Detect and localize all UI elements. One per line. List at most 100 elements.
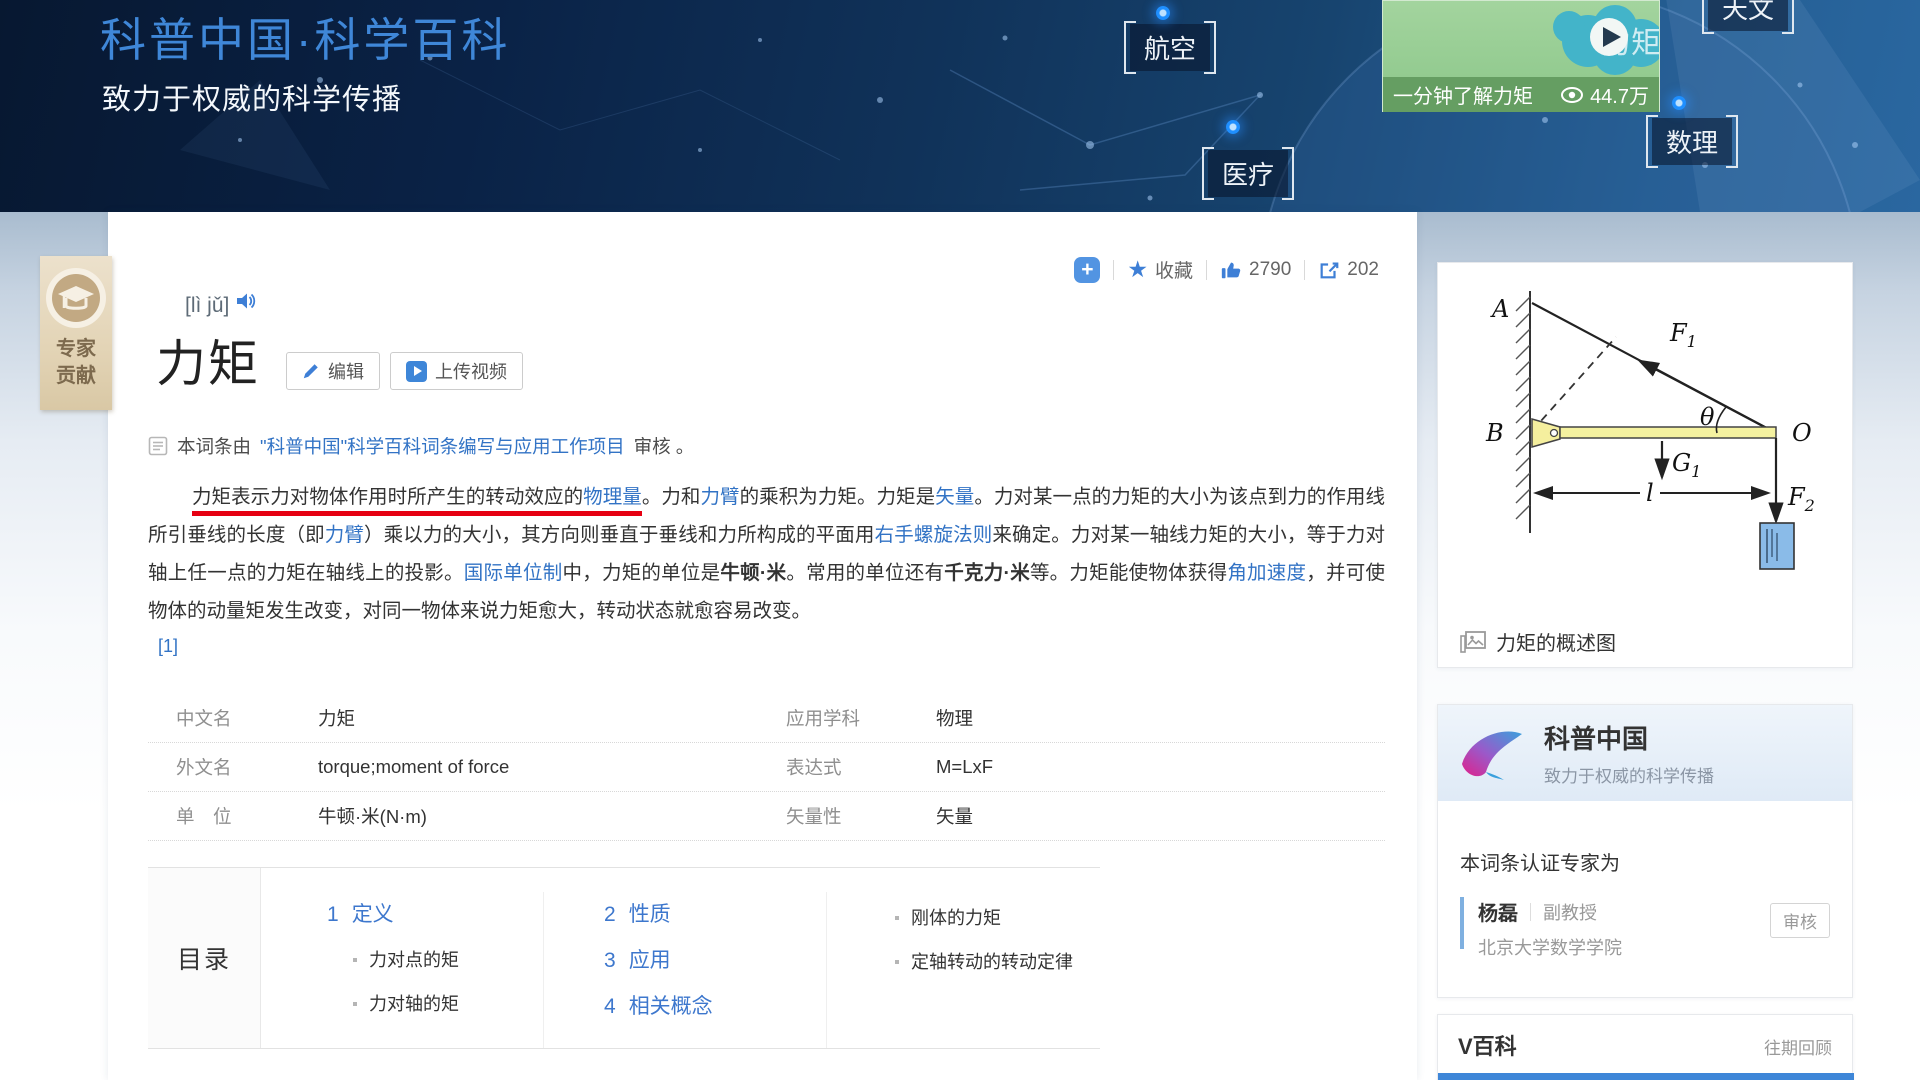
banner-tag-hangkong[interactable]: 航空 xyxy=(1130,24,1210,71)
summary-link[interactable]: 角加速度 xyxy=(1227,562,1306,584)
video-view-count: 44.7万 xyxy=(1590,80,1649,109)
video-cloud-illustration: 力矩 xyxy=(1383,1,1659,77)
expert-row: 杨磊 副教授 北京大学数学学院 xyxy=(1460,897,1622,960)
graduation-cap-seal-icon xyxy=(44,266,108,330)
toc-item[interactable]: 3应用 xyxy=(604,938,826,984)
overview-figure-card: A B O θ l F1 F2 G1 力矩的概述图 xyxy=(1437,262,1853,668)
info-value: 物理 xyxy=(936,705,1385,731)
info-row: 外文名torque;moment of force表达式M=LxF xyxy=(148,743,1385,792)
thumbs-up-icon xyxy=(1220,259,1242,281)
summary-link[interactable]: 国际单位制 xyxy=(464,562,563,584)
toolbar-divider xyxy=(1113,260,1114,280)
summary-segment: 。力和 xyxy=(642,486,701,508)
kepu-china-logo xyxy=(1458,724,1530,782)
info-label: 矢量性 xyxy=(786,803,936,829)
toc-subitem[interactable]: 力对点的矩 xyxy=(353,938,543,982)
toc-subitem[interactable]: 刚体的力矩 xyxy=(895,896,1100,940)
edit-button[interactable]: 编辑 xyxy=(286,352,380,390)
vbaike-thumbnail-top[interactable] xyxy=(1438,1073,1854,1080)
info-value: torque;moment of force xyxy=(318,756,786,778)
summary-link[interactable]: 力臂 xyxy=(700,486,739,508)
basic-info-table: 中文名力矩应用学科物理外文名torque;moment of force表达式M… xyxy=(148,694,1385,841)
share-count: 202 xyxy=(1347,259,1379,281)
banner-tag-tianwen[interactable]: 天文 xyxy=(1708,0,1788,31)
summary-segment: 牛顿·米 xyxy=(720,562,786,584)
info-value: 牛顿·米(N·m) xyxy=(318,803,786,829)
map-dot xyxy=(1226,120,1240,134)
plus-icon: + xyxy=(1074,257,1100,283)
add-to-desktop-button[interactable]: + xyxy=(1074,257,1100,283)
video-thumbnail[interactable]: 力矩 xyxy=(1383,1,1659,77)
review-badge-button[interactable]: 审核 xyxy=(1770,903,1830,938)
diagram-label-F2: F2 xyxy=(1787,483,1815,515)
info-value: 力矩 xyxy=(318,705,786,731)
toc-subitem[interactable]: 力对轴的矩 xyxy=(353,982,543,1026)
pinyin-label: [lì jǔ] xyxy=(185,294,229,318)
badge-label-line1: 专家 xyxy=(56,336,96,363)
map-dot xyxy=(1156,6,1170,20)
review-suffix: 审核 。 xyxy=(634,433,695,459)
collect-label: 收藏 xyxy=(1155,256,1193,283)
info-value: M=LxF xyxy=(936,756,1385,778)
org-tagline: 致力于权威的科学传播 xyxy=(1544,762,1714,787)
badge-label-line2: 贡献 xyxy=(56,363,96,390)
torque-diagram: A B O θ l F1 F2 G1 xyxy=(1464,275,1824,615)
vbaike-more-link[interactable]: 往期回顾 xyxy=(1764,1034,1832,1059)
info-value: 矢量 xyxy=(936,803,1385,829)
toc-item-number: 4 xyxy=(604,984,616,1030)
diagram-label-A: A xyxy=(1490,295,1509,323)
speaker-icon[interactable] xyxy=(235,290,257,312)
toolbar-divider xyxy=(1304,260,1305,280)
toc-item-label: 性质 xyxy=(629,892,671,938)
banner-tag-yiliao[interactable]: 医疗 xyxy=(1208,150,1288,197)
reference-link[interactable]: [1] xyxy=(158,636,178,657)
expert-name[interactable]: 杨磊 xyxy=(1478,897,1518,926)
collect-button[interactable]: ★ 收藏 xyxy=(1127,256,1193,283)
toc-item-number: 3 xyxy=(604,938,616,984)
summary-segment: ）乘以力的大小，其方向则垂直于垂线和力所构成的平面用 xyxy=(364,524,875,546)
toc-column-3: 刚体的力矩定轴转动的转动定律 xyxy=(826,892,1100,1048)
summary-segment: 等。力矩能使物体获得 xyxy=(1030,562,1227,584)
toc-column-1: 1定义力对点的矩力对轴的矩 xyxy=(261,892,543,1048)
eye-icon xyxy=(1560,87,1584,103)
summary-segment: 。常用的单位还有 xyxy=(786,562,944,584)
diagram-label-l: l xyxy=(1646,479,1654,507)
expert-contribution-badge[interactable]: 专家 贡献 xyxy=(40,256,112,410)
pencil-icon xyxy=(302,362,320,380)
summary-segment: 的乘积为力矩。力矩是 xyxy=(740,486,936,508)
toc-column-2: 2 性质3应用4 相关概念 xyxy=(543,892,826,1048)
summary-link[interactable]: 矢量 xyxy=(935,486,974,508)
banner-tag-label: 天文 xyxy=(1722,0,1774,24)
banner-tag-shuli[interactable]: 数理 xyxy=(1652,118,1732,165)
site-subtitle: 致力于权威的科学传播 xyxy=(102,76,402,118)
toc-item-label: 定义 xyxy=(352,892,394,938)
review-project-link[interactable]: "科普中国"科学百科词条编写与应用工作项目 xyxy=(260,433,625,459)
share-button[interactable]: 202 xyxy=(1318,259,1379,281)
toc-item-label: 相关概念 xyxy=(629,984,713,1030)
summary-video-card[interactable]: 力矩 一分钟了解力矩 44.7万 xyxy=(1382,0,1660,112)
summary-link[interactable]: 右手螺旋法则 xyxy=(875,524,993,546)
entry-toolbar: + ★ 收藏 2790 20 xyxy=(1074,256,1379,283)
info-label: 中文名 xyxy=(176,705,318,731)
table-of-contents: 目录 1定义力对点的矩力对轴的矩 2性质3应用4相关概念 刚体的力矩定轴转动的转… xyxy=(148,867,1100,1049)
info-row: 中文名力矩应用学科物理 xyxy=(148,694,1385,743)
figure-caption-label[interactable]: 力矩的概述图 xyxy=(1496,627,1616,656)
like-button[interactable]: 2790 xyxy=(1220,259,1291,281)
org-card-header: 科普中国 致力于权威的科学传播 xyxy=(1438,705,1852,801)
toc-item[interactable]: 4 相关概念 xyxy=(604,984,826,1030)
summary-segment: 千克力·米 xyxy=(944,562,1030,584)
vbaike-title: V百科 xyxy=(1458,1029,1517,1061)
certification-card: 科普中国 致力于权威的科学传播 本词条认证专家为 杨磊 副教授 北京大学数学学院… xyxy=(1437,704,1853,998)
summary-segment: 力矩表示力对物体作用时所产生的转动效应的 xyxy=(192,486,583,516)
upload-video-button[interactable]: 上传视频 xyxy=(390,352,523,390)
map-dot xyxy=(1672,96,1686,110)
toc-subitem[interactable]: 定轴转动的转动定律 xyxy=(895,940,1100,984)
summary-link[interactable]: 力臂 xyxy=(325,524,364,546)
diagram-label-O: O xyxy=(1792,419,1812,447)
share-icon xyxy=(1318,259,1340,281)
toc-item[interactable]: 2 性质 xyxy=(604,892,826,938)
toc-item-number: 2 xyxy=(604,892,616,938)
toc-item-definition[interactable]: 1定义 xyxy=(327,892,543,938)
like-count: 2790 xyxy=(1249,259,1291,281)
summary-link[interactable]: 物理量 xyxy=(583,486,642,516)
